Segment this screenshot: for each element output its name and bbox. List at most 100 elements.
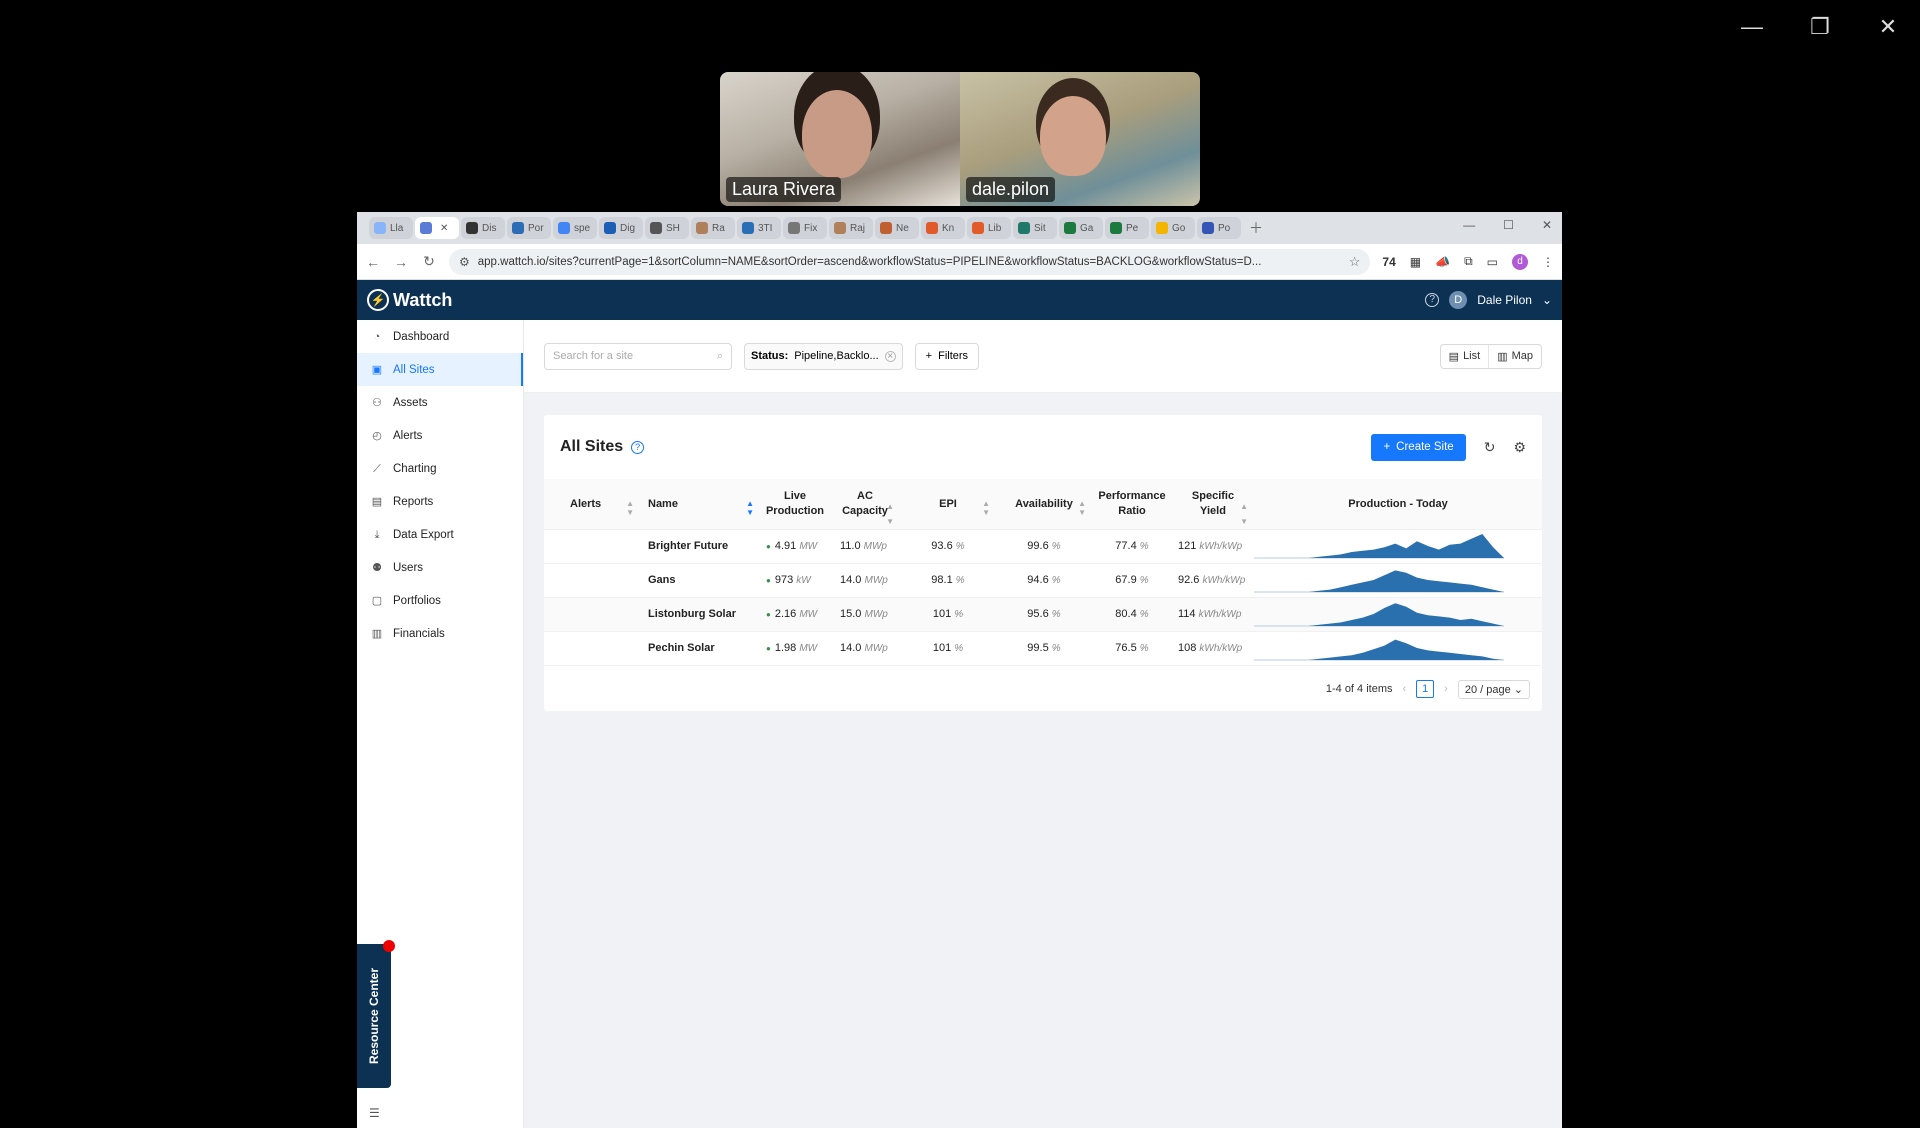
browser-tab[interactable]: 3TI <box>737 217 781 239</box>
sidebar-item-financials[interactable]: ▥ Financials <box>357 617 523 650</box>
filters-button[interactable]: + Filters <box>914 342 980 370</box>
sidepanel-icon[interactable]: ▭ <box>1487 255 1498 269</box>
page-size-select[interactable]: 20 / page ⌄ <box>1457 679 1530 699</box>
table-row[interactable]: Gans ● 973 kW 14.0 MWp 98.1 % 94.6 % 67.9 % 92.… <box>544 563 1542 598</box>
browser-tab[interactable]: SH <box>645 217 689 239</box>
back-icon[interactable]: ← <box>365 254 381 270</box>
browser-tab[interactable]: Go <box>1151 217 1195 239</box>
browser-tab[interactable]: Por <box>507 217 551 239</box>
clear-filter-icon[interactable]: × <box>884 350 896 362</box>
extension-icon[interactable]: ▦ <box>1410 255 1421 269</box>
settings-gear-icon[interactable]: ⚙ <box>1513 439 1526 456</box>
wattch-logo[interactable]: ⚡ Wattch <box>367 289 452 311</box>
new-tab-icon[interactable]: ＋ <box>1249 218 1263 238</box>
col-specific-yield[interactable]: Specific Yield ▲ ▼ <box>1172 479 1254 530</box>
browser-tab[interactable]: Ga <box>1059 217 1103 239</box>
resource-center-button[interactable]: Resource Center <box>357 940 395 1088</box>
col-performance-ratio[interactable]: Performance Ratio <box>1092 479 1172 530</box>
minimize-icon[interactable]: — <box>1463 218 1475 232</box>
video-tile-laura[interactable]: Laura Rivera <box>720 72 960 206</box>
col-ac-capacity[interactable]: AC Capacity ▲ ▼ <box>830 479 900 530</box>
site-name-cell[interactable]: Gans <box>640 563 760 598</box>
megaphone-icon[interactable]: 📣 <box>1435 255 1450 269</box>
list-view-button[interactable]: ▤ List <box>1441 345 1489 368</box>
sidebar-item-data-export[interactable]: ⤓ Data Export <box>357 518 523 551</box>
page-number-button[interactable]: 1 <box>1416 680 1435 698</box>
site-name-cell[interactable]: Pechin Solar <box>640 631 760 666</box>
browser-tab[interactable]: Dig <box>599 217 643 239</box>
puzzle-icon[interactable]: ⧉ <box>1464 254 1473 269</box>
sidebar-item-all-sites[interactable]: ▣ All Sites <box>357 353 523 386</box>
reload-icon[interactable]: ↻ <box>421 253 437 270</box>
extension-badge[interactable]: 74 <box>1382 255 1395 269</box>
refresh-icon[interactable]: ↻ <box>1484 439 1496 456</box>
prev-page-icon[interactable]: ‹ <box>1403 683 1407 695</box>
sidebar-item-portfolios[interactable]: ▢ Portfolios <box>357 584 523 617</box>
browser-tab[interactable]: Raj <box>829 217 873 239</box>
browser-tab[interactable]: Fix <box>783 217 827 239</box>
tab-close-icon[interactable]: ✕ <box>440 223 448 234</box>
table-row[interactable]: Pechin Solar ● 1.98 MW 14.0 MWp 101 % 99.5 % 7… <box>544 631 1542 666</box>
sidebar-item-alerts[interactable]: ◴ Alerts <box>357 419 523 452</box>
table-row[interactable]: Listonburg Solar ● 2.16 MW 15.0 MWp 101 % 95.… <box>544 597 1542 632</box>
url-field[interactable]: ⚙ app.wattch.io/sites?currentPage=1&sort… <box>449 248 1371 275</box>
browser-tab[interactable]: Lla <box>369 217 413 239</box>
sidebar-item-users[interactable]: ⚉ Users <box>357 551 523 584</box>
create-site-button[interactable]: + Create Site <box>1371 433 1466 461</box>
sidebar-item-reports[interactable]: ▤ Reports <box>357 485 523 518</box>
sort-icon[interactable]: ▲ ▼ <box>886 499 894 529</box>
collapse-menu-icon[interactable]: ☰ <box>369 1106 380 1120</box>
col-live-production[interactable]: Live Production <box>760 479 830 530</box>
col-availability[interactable]: Availability ▲ ▼ <box>996 479 1092 530</box>
sort-icon[interactable]: ▲ ▼ <box>1078 499 1086 517</box>
browser-tab[interactable]: Ra <box>691 217 735 239</box>
video-tile-dale[interactable]: dale.pilon <box>960 72 1200 206</box>
col-alerts[interactable]: Alerts ▲ ▼ <box>544 479 640 530</box>
browser-tab[interactable]: spe <box>553 217 597 239</box>
help-icon[interactable]: ? <box>631 440 645 454</box>
site-name-cell[interactable]: Brighter Future <box>640 529 760 564</box>
close-icon[interactable]: ✕ <box>1542 218 1552 232</box>
col-epi[interactable]: EPI ▲ ▼ <box>900 479 996 530</box>
sidebar-item-charting[interactable]: ⟋ Charting <box>357 452 523 485</box>
sidebar-item-assets[interactable]: ⚇ Assets <box>357 386 523 419</box>
site-name-link[interactable]: Gans <box>648 574 676 586</box>
browser-tab[interactable]: Pe <box>1105 217 1149 239</box>
bookmark-star-icon[interactable]: ☆ <box>1349 254 1361 270</box>
next-page-icon[interactable]: › <box>1444 683 1448 695</box>
status-filter-chip[interactable]: Status: Pipeline,Backlo... × <box>744 342 903 370</box>
chevron-down-icon[interactable]: ⌄ <box>1542 293 1552 307</box>
sort-icon[interactable]: ▲ ▼ <box>982 499 990 517</box>
user-avatar[interactable]: D <box>1449 291 1468 309</box>
site-name-link[interactable]: Listonburg Solar <box>648 608 736 620</box>
portfolios-icon: ▢ <box>371 594 383 607</box>
browser-tab[interactable]: Kn <box>921 217 965 239</box>
site-name-link[interactable]: Pechin Solar <box>648 642 715 654</box>
site-name-cell[interactable]: Listonburg Solar <box>640 597 760 632</box>
search-input[interactable]: Search for a site ⌕ <box>544 342 732 370</box>
sort-icon[interactable]: ▲ ▼ <box>1240 499 1248 529</box>
browser-tab[interactable]: Ne <box>875 217 919 239</box>
col-name[interactable]: Name ▲ ▼ <box>640 479 760 530</box>
restore-icon[interactable]: ❐ <box>1808 14 1832 40</box>
browser-tab[interactable]: Sit <box>1013 217 1057 239</box>
sort-icon[interactable]: ▲ ▼ <box>626 499 634 517</box>
sidebar-item-dashboard[interactable]: ◔ Dashboard <box>357 320 523 353</box>
forward-icon[interactable]: → <box>393 254 409 270</box>
sort-icon[interactable]: ▲ ▼ <box>746 499 754 517</box>
minimize-icon[interactable]: — <box>1740 14 1764 40</box>
browser-tab[interactable]: Dis <box>461 217 505 239</box>
browser-tab[interactable]: Po <box>1197 217 1241 239</box>
site-name-link[interactable]: Brighter Future <box>648 540 728 552</box>
map-view-button[interactable]: ▥ Map <box>1488 344 1541 368</box>
maximize-icon[interactable]: ☐ <box>1503 218 1514 232</box>
profile-avatar[interactable]: d <box>1512 253 1528 270</box>
user-name[interactable]: Dale Pilon <box>1477 293 1532 307</box>
kebab-menu-icon[interactable]: ⋮ <box>1542 255 1554 269</box>
browser-tab[interactable]: Lib <box>967 217 1011 239</box>
browser-tab[interactable]: ✕ <box>415 217 459 239</box>
help-icon[interactable]: ? <box>1425 293 1440 307</box>
site-info-icon[interactable]: ⚙ <box>459 255 470 269</box>
close-icon[interactable]: ✕ <box>1876 14 1900 40</box>
table-row[interactable]: Brighter Future ● 4.91 MW 11.0 MWp 93.6 % 99.… <box>544 529 1542 564</box>
